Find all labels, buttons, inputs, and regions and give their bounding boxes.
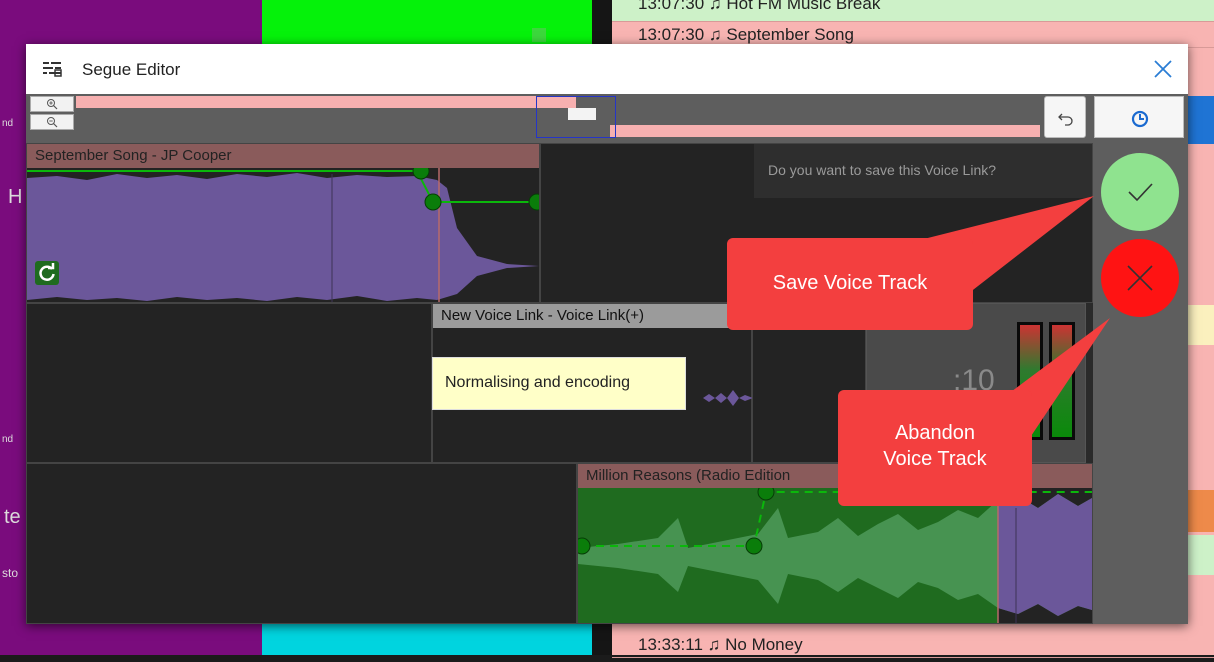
abandon-callout: Abandon Voice Track [838, 390, 1032, 506]
abandon-callout-line-2: Voice Track [883, 448, 987, 470]
callout-pointers [800, 196, 1110, 460]
abandon-callout-line-1: Abandon [894, 422, 976, 444]
save-callout-text: Save Voice Track [772, 272, 928, 294]
save-callout: Save Voice Track [727, 238, 973, 330]
